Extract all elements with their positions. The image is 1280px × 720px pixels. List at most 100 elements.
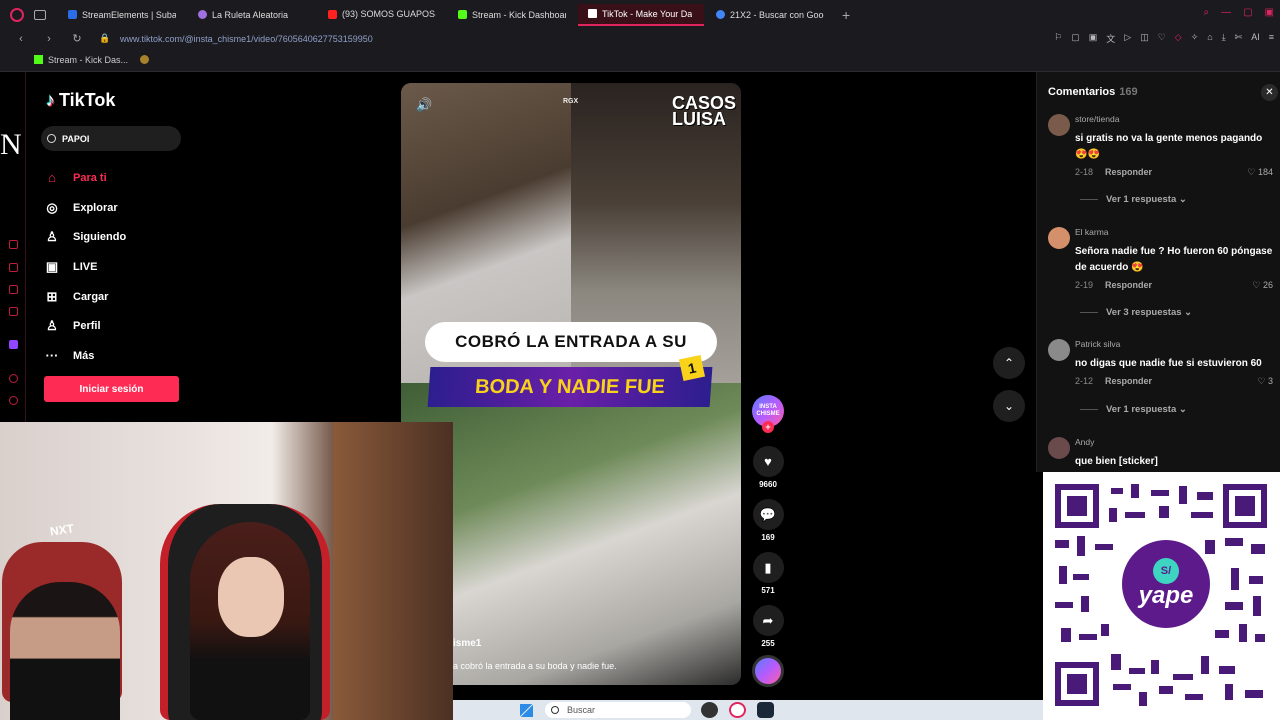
music-disc-icon[interactable]	[752, 655, 784, 687]
opera-icon[interactable]	[729, 702, 746, 718]
reload-icon[interactable]: ↻	[70, 32, 84, 45]
close-window-icon[interactable]: ▣	[1265, 7, 1274, 18]
snapshot-icon[interactable]: ✄	[1235, 32, 1243, 45]
tab-streamelements[interactable]: StreamElements | Subatho	[58, 4, 186, 26]
back-icon[interactable]: ‹	[14, 33, 28, 45]
url-field[interactable]: www.tiktok.com/@insta_chisme1/video/7605…	[120, 34, 373, 44]
next-video-button[interactable]: ⌄	[993, 390, 1025, 422]
like-count: 9660	[759, 480, 777, 489]
windows-start-icon[interactable]	[520, 704, 533, 717]
workspaces-icon[interactable]	[34, 9, 46, 20]
new-tab-button[interactable]: +	[842, 7, 850, 23]
sidebar-item-siguiendo[interactable]: ♙ Siguiendo	[44, 222, 126, 252]
creator-avatar[interactable]: INSTA CHISME +	[752, 395, 784, 433]
share-icon[interactable]: ➦	[752, 605, 784, 636]
comment-user[interactable]: store/tienda	[1075, 114, 1119, 124]
comment-like[interactable]: ♡ 184	[1247, 167, 1273, 178]
taskbar-app-icon[interactable]	[701, 702, 718, 718]
avatar[interactable]	[1048, 437, 1070, 459]
sidebar-item-perfil[interactable]: ♙ Perfil	[44, 311, 126, 341]
previous-video-button[interactable]: ⌃	[993, 347, 1025, 379]
comment-text: Señora nadie fue ? Ho fueron 60 póngase …	[1075, 246, 1273, 273]
menu-icon[interactable]: ≡	[1269, 32, 1274, 45]
reply-button[interactable]: Responder	[1105, 280, 1152, 290]
sidebar-item-para-ti[interactable]: ⌂ Para ti	[44, 163, 126, 193]
close-icon[interactable]: ✕	[1261, 84, 1278, 101]
comment-action[interactable]: 💬 169	[751, 499, 785, 542]
comment-user[interactable]: El karma	[1075, 227, 1109, 237]
webcam-streamer-face	[218, 557, 284, 637]
tab-kick-dashboard[interactable]: Stream - Kick Dashboard	[448, 4, 576, 26]
ai-button[interactable]: AI	[1251, 32, 1260, 45]
bookmark-icon[interactable]: ▮	[752, 552, 784, 583]
download-icon[interactable]: ⤓	[1222, 32, 1226, 45]
comment-user[interactable]: Andy	[1075, 437, 1094, 447]
view-replies-button[interactable]: Ver 3 respuestas ⌄	[1080, 307, 1192, 318]
vpn-icon[interactable]: ⌂	[1207, 32, 1212, 45]
bookmark-extra-icon[interactable]	[140, 55, 150, 64]
sidebar-icon[interactable]	[9, 263, 18, 272]
sidebar-item-label: Más	[73, 349, 95, 362]
follow-plus-icon[interactable]: +	[762, 421, 774, 433]
camera-icon[interactable]: ▣	[1089, 32, 1098, 45]
comment-like[interactable]: ♡ 3	[1257, 376, 1273, 387]
login-button[interactable]: Iniciar sesión	[44, 376, 179, 402]
reply-button[interactable]: Responder	[1105, 167, 1152, 177]
like-action[interactable]: ♥ 9660	[751, 446, 785, 489]
window-controls: ⌕ — ▢ ▣	[1203, 7, 1274, 18]
bookmark-kick[interactable]: Stream - Kick Das...	[48, 55, 128, 65]
view-replies-button[interactable]: Ver 1 respuesta ⌄	[1080, 404, 1187, 415]
comment-like-count: 3	[1267, 376, 1273, 386]
sidebar-item-label: LIVE	[73, 260, 98, 273]
puzzle-icon[interactable]: ✧	[1191, 32, 1199, 45]
sidebar-item-label: Para ti	[73, 171, 107, 184]
extensions-icon[interactable]: ◇	[1175, 32, 1182, 45]
sidebar-item-mas[interactable]: ··· Más	[44, 341, 126, 371]
forward-icon[interactable]: ›	[42, 33, 56, 45]
avatar[interactable]	[1048, 339, 1070, 361]
tab-ruleta[interactable]: La Ruleta Aleatoria	[188, 4, 316, 26]
steam-icon[interactable]	[757, 702, 774, 718]
search-tabs-icon[interactable]: ⌕	[1203, 7, 1209, 18]
comment-like[interactable]: ♡ 26	[1252, 280, 1273, 291]
sidebar-icon[interactable]	[9, 307, 18, 316]
share-action[interactable]: ➦ 255	[751, 605, 785, 648]
sidebar-icon[interactable]	[9, 396, 18, 405]
tab-title: 21X2 - Buscar con Google	[730, 9, 824, 20]
minimize-icon[interactable]: —	[1221, 7, 1231, 18]
heart-icon[interactable]: ♥	[752, 446, 784, 477]
comment-like-count: 184	[1257, 167, 1273, 177]
sidebar-item-explorar[interactable]: ◎ Explorar	[44, 193, 126, 223]
sidebar-item-cargar[interactable]: ⊞ Cargar	[44, 282, 126, 312]
twitch-icon[interactable]	[9, 340, 18, 349]
volume-icon[interactable]: 🔊	[416, 97, 432, 113]
video-username[interactable]: isme1	[453, 638, 481, 649]
play-icon[interactable]: ▷	[1124, 32, 1131, 45]
search-input[interactable]: PAPOI	[41, 126, 181, 151]
reply-button[interactable]: Responder	[1105, 376, 1152, 386]
sidebar-icon[interactable]	[9, 374, 18, 383]
sidebar-icon[interactable]	[9, 240, 18, 249]
comment-user[interactable]: Patrick silva	[1075, 339, 1120, 349]
heart-icon[interactable]: ♡	[1158, 32, 1166, 45]
maximize-icon[interactable]: ▢	[1243, 7, 1252, 18]
comment-meta: 2-12 Responder	[1075, 376, 1152, 386]
sidebar-item-live[interactable]: ▣ LIVE	[44, 252, 126, 282]
taskbar-search[interactable]: Buscar	[545, 702, 691, 718]
tab-tiktok[interactable]: TikTok - Make Your Da	[578, 3, 704, 26]
save-action[interactable]: ▮ 571	[751, 552, 785, 595]
tab-youtube[interactable]: (93) SOMOS GUAPOS😺	[318, 4, 446, 26]
screenshot-icon[interactable]: ▢	[1071, 32, 1080, 45]
avatar[interactable]	[1048, 227, 1070, 249]
avatar[interactable]	[1048, 114, 1070, 136]
opera-logo-icon[interactable]	[10, 7, 24, 22]
tiktok-logo[interactable]: ♪ TikTok	[46, 90, 115, 111]
comment-icon[interactable]: 💬	[752, 499, 784, 530]
tab-google[interactable]: 21X2 - Buscar con Google	[706, 4, 834, 26]
sidebar-icon[interactable]	[9, 285, 18, 294]
translate-icon[interactable]: 文	[1106, 32, 1115, 45]
bookmark-icon[interactable]: ⚐	[1054, 32, 1062, 45]
wallet-icon[interactable]: ◫	[1140, 32, 1149, 45]
view-replies-button[interactable]: Ver 1 respuesta ⌄	[1080, 194, 1187, 205]
tab-title: (93) SOMOS GUAPOS😺	[342, 9, 436, 19]
